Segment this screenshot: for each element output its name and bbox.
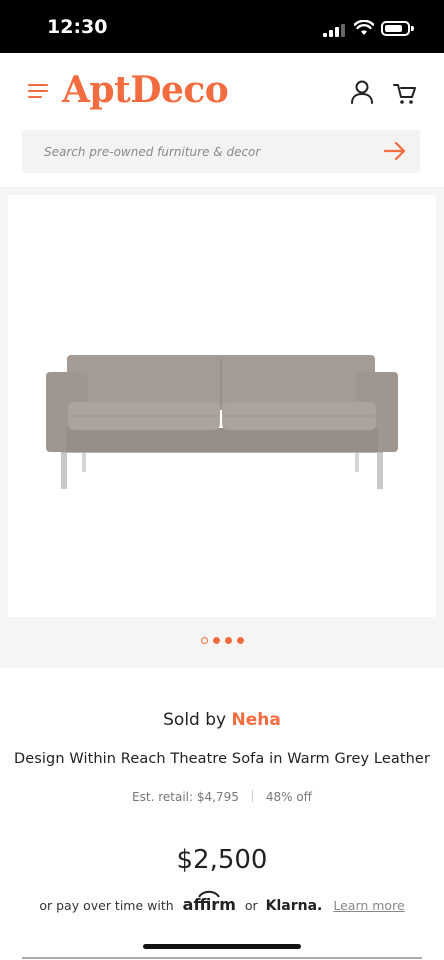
divider — [251, 790, 253, 802]
retail-info: Est. retail: $4,795 48% off — [0, 790, 444, 804]
financing-prefix: or pay over time with — [39, 898, 174, 913]
wifi-icon — [354, 20, 374, 35]
carousel-dots[interactable] — [201, 637, 245, 647]
carousel-dot[interactable] — [213, 637, 220, 644]
home-indicator[interactable] — [143, 944, 301, 949]
discount: 48% off — [265, 790, 312, 804]
financing-or: or — [244, 898, 258, 913]
sold-by-label: Sold by — [163, 710, 232, 730]
financing-row: or pay over time with affirm or Klarna. … — [0, 890, 444, 914]
status-bar: 12:30 — [0, 0, 444, 53]
signal-icon — [323, 24, 345, 37]
menu-icon[interactable] — [28, 84, 48, 100]
seller-link[interactable]: Neha — [232, 710, 281, 730]
aptdeco-logo[interactable]: AptDeco — [62, 68, 229, 112]
learn-more-link[interactable]: Learn more — [333, 898, 404, 913]
carousel-dot[interactable] — [237, 637, 244, 644]
product-image-sofa[interactable] — [44, 350, 400, 495]
divider-line — [22, 957, 422, 959]
status-time: 12:30 — [47, 16, 108, 38]
product-title: Design Within Reach Theatre Sofa in Warm… — [13, 751, 431, 767]
affirm-logo: affirm — [183, 890, 236, 914]
affirm-arc-icon — [197, 890, 220, 898]
battery-icon — [381, 21, 414, 36]
carousel-dot[interactable] — [201, 637, 208, 644]
cart-icon[interactable] — [393, 81, 417, 105]
search-bar — [22, 130, 420, 173]
klarna-logo: Klarna. — [265, 898, 323, 914]
search-input[interactable] — [44, 130, 364, 173]
est-retail: Est. retail: $4,795 — [132, 790, 239, 804]
product-price: $2,500 — [176, 845, 268, 875]
arrow-right-icon[interactable] — [383, 141, 407, 161]
user-icon[interactable] — [349, 80, 375, 104]
sold-by: Sold by Neha — [0, 710, 444, 730]
carousel-dot[interactable] — [225, 637, 232, 644]
